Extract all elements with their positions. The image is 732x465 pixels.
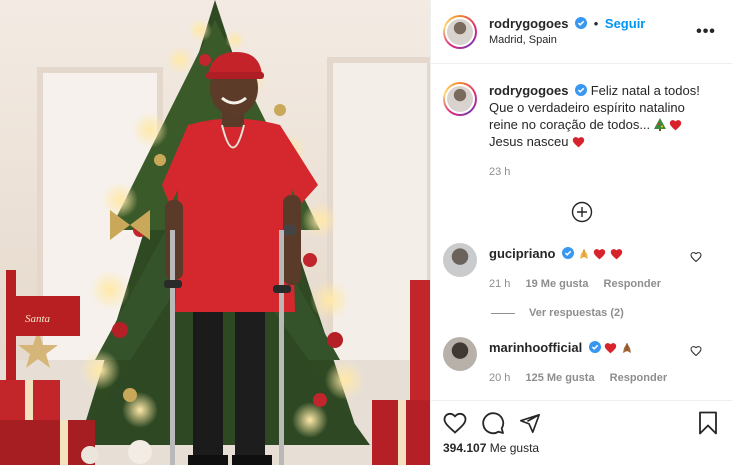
heart-emoji <box>605 343 617 354</box>
comment-icon[interactable] <box>481 411 505 435</box>
praying-hands-emoji <box>623 343 632 353</box>
post-side-panel: rodrygogoes • Seguir Madrid, Spain ••• r… <box>430 0 732 465</box>
commenter-avatar[interactable] <box>443 243 477 277</box>
heart-icon[interactable] <box>443 412 467 434</box>
post-header: rodrygogoes • Seguir Madrid, Spain ••• <box>431 0 732 64</box>
comment-item: marinhoofficial 20 h 125 Me gusta Respon… <box>431 337 732 387</box>
comment-timestamp[interactable]: 20 h <box>489 372 510 384</box>
tree-emoji <box>653 118 666 131</box>
comment-likes[interactable]: 125 Me gusta <box>525 372 594 384</box>
load-more-icon[interactable] <box>571 201 593 223</box>
comment-meta: 20 h 125 Me gusta Responder <box>489 370 718 387</box>
post-photo[interactable]: Santa <box>0 0 430 465</box>
heart-emoji <box>670 120 682 131</box>
verified-icon <box>575 16 588 29</box>
reply-button[interactable]: Responder <box>610 372 667 384</box>
follow-button[interactable]: Seguir <box>605 16 645 31</box>
comment-likes[interactable]: 19 Me gusta <box>525 278 588 290</box>
likes-label: Me gusta <box>489 441 540 455</box>
likes-count[interactable]: 394.107 Me gusta <box>443 441 718 455</box>
separator-dot: • <box>593 15 599 31</box>
author-avatar[interactable] <box>443 14 477 49</box>
view-replies-button[interactable]: Ver respuestas (2) <box>491 307 732 319</box>
caption-timestamp[interactable]: 23 h <box>489 164 705 181</box>
heart-emoji <box>594 249 606 260</box>
christmas-scene-image: Santa <box>0 0 430 465</box>
reply-button[interactable]: Responder <box>604 278 661 290</box>
verified-icon <box>575 84 588 96</box>
comment-item: gucipriano 21 h 19 Me gusta Responder <box>431 243 732 293</box>
view-replies-label[interactable]: Ver respuestas (2) <box>529 307 624 319</box>
caption-username[interactable]: rodrygogoes <box>489 83 568 98</box>
verified-icon <box>562 247 575 259</box>
caption-text-line4: Jesus nasceu <box>489 134 569 149</box>
verified-icon <box>588 341 601 353</box>
replies-divider-line <box>491 312 515 314</box>
more-icon[interactable]: ••• <box>694 23 718 41</box>
post-actions: 394.107 Me gusta <box>431 400 732 455</box>
caption-text-line2: Que o verdadeiro espírito natalino <box>489 100 685 115</box>
comment-timestamp[interactable]: 21 h <box>489 278 510 290</box>
heart-emoji <box>572 137 585 148</box>
post-caption: rodrygogoes Feliz natal a todos! Que o v… <box>431 64 732 181</box>
save-icon[interactable] <box>698 411 718 435</box>
comment-username[interactable]: gucipriano <box>489 246 555 261</box>
caption-text-line1: Feliz natal a todos! <box>590 83 700 98</box>
likes-number: 394.107 <box>443 441 487 455</box>
praying-hands-emoji <box>579 249 588 259</box>
caption-text-line3: reine no coração de todos... <box>489 117 651 132</box>
heart-emoji <box>610 249 623 260</box>
load-more-comments[interactable] <box>431 201 732 223</box>
santa-sign-text: Santa <box>25 313 51 325</box>
comment-like-heart-icon[interactable] <box>690 251 702 263</box>
author-username[interactable]: rodrygogoes <box>489 16 568 31</box>
commenter-avatar[interactable] <box>443 337 477 371</box>
share-icon[interactable] <box>519 412 541 434</box>
post-location[interactable]: Madrid, Spain <box>489 32 694 49</box>
comment-meta: 21 h 19 Me gusta Responder <box>489 276 718 293</box>
comment-like-heart-icon[interactable] <box>690 345 702 357</box>
caption-avatar[interactable] <box>443 82 477 116</box>
comment-username[interactable]: marinhoofficial <box>489 340 582 355</box>
